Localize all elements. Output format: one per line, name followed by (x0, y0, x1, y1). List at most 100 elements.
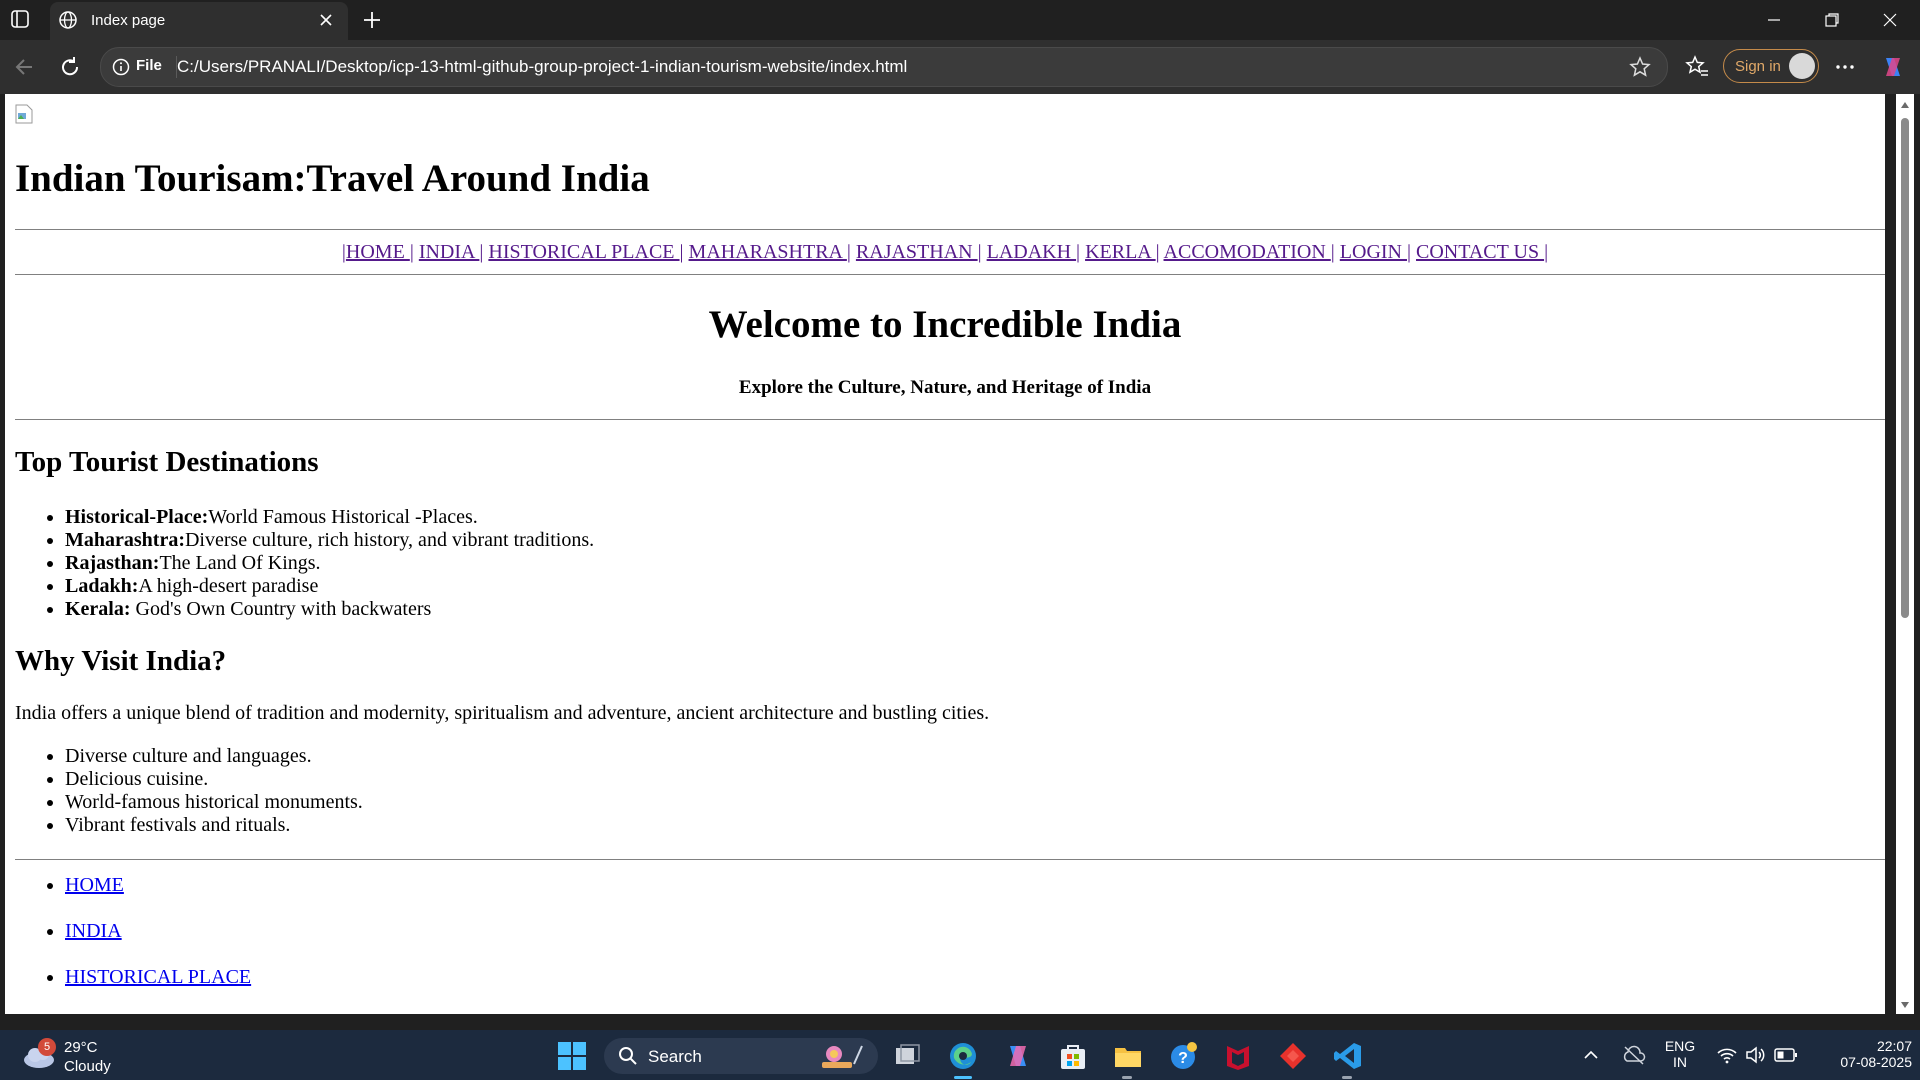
taskbar-search[interactable]: Search (604, 1038, 878, 1074)
destination-name: Kerala: (65, 598, 131, 620)
divider (15, 274, 1885, 275)
vscode-icon[interactable] (1332, 1040, 1364, 1072)
active-app-indicator (954, 1076, 972, 1079)
info-icon[interactable] (112, 58, 130, 76)
url-text[interactable]: C:/Users/PRANALI/Desktop/icp-13-html-git… (177, 57, 907, 77)
task-view-icon[interactable] (892, 1040, 924, 1072)
weather-temperature: 29°C (64, 1039, 98, 1056)
nav-separator: | (977, 241, 987, 263)
weather-widget[interactable]: 5 29°C Cloudy (22, 1038, 132, 1075)
clock[interactable]: 22:07 07-08-2025 (1812, 1038, 1912, 1070)
nav-separator: | (1076, 241, 1086, 263)
copilot-icon[interactable] (1880, 54, 1906, 80)
copilot-app-icon[interactable] (1002, 1040, 1034, 1072)
nav-link-kerla[interactable]: KERLA (1085, 241, 1156, 263)
broken-image-icon (15, 104, 33, 124)
nav-separator: | (1155, 241, 1164, 263)
nav-link-historical-place[interactable]: HISTORICAL PLACE (488, 241, 679, 263)
weather-condition: Cloudy (64, 1058, 111, 1075)
nav-separator: | (1544, 241, 1549, 263)
destination-name: Ladakh: (65, 575, 139, 597)
nav-link-maharashtra[interactable]: MAHARASHTRA (689, 241, 847, 263)
destination-name: Rajasthan: (65, 552, 160, 574)
address-bar[interactable]: File C:/Users/PRANALI/Desktop/icp-13-htm… (100, 47, 1668, 87)
restore-button[interactable] (1804, 0, 1862, 40)
footer-link-home[interactable]: HOME (65, 874, 124, 896)
battery-icon[interactable] (1774, 1046, 1798, 1064)
tab-actions-icon[interactable] (10, 9, 38, 31)
list-item: Maharashtra:Diverse culture, rich histor… (65, 529, 594, 552)
nav-link-contact-us[interactable]: CONTACT US (1416, 241, 1544, 263)
back-icon[interactable] (12, 54, 38, 80)
wifi-icon[interactable] (1716, 1045, 1738, 1065)
scroll-up-icon[interactable] (1900, 100, 1910, 110)
search-highlight-icon (822, 1045, 863, 1068)
language-code: ENG (1664, 1038, 1696, 1054)
nav-link-login[interactable]: LOGIN (1340, 241, 1407, 263)
more-options-icon[interactable] (1832, 54, 1858, 80)
edge-browser-icon[interactable] (947, 1040, 979, 1072)
file-explorer-icon[interactable] (1112, 1040, 1144, 1072)
nav-link-home[interactable]: HOME (346, 241, 410, 263)
destination-name: Maharashtra: (65, 529, 185, 551)
cloud-offline-icon[interactable] (1622, 1044, 1646, 1066)
tab-title: Index page (91, 12, 166, 29)
destination-desc: The Land Of Kings. (159, 552, 321, 574)
divider (15, 859, 1885, 860)
nav-link-accomodation[interactable]: ACCOMODATION (1164, 241, 1331, 263)
get-help-icon[interactable]: ? (1167, 1040, 1199, 1072)
minimize-button[interactable] (1746, 0, 1804, 40)
browser-toolbar: File C:/Users/PRANALI/Desktop/icp-13-htm… (0, 40, 1920, 94)
language-indicator[interactable]: ENG IN (1660, 1038, 1700, 1070)
list-item: HOME (65, 874, 251, 920)
notification-badge: 5 (38, 1038, 56, 1056)
microsoft-store-icon[interactable] (1057, 1040, 1089, 1072)
footer-link-historical-place[interactable]: HISTORICAL PLACE (65, 966, 251, 988)
profile-avatar-icon (1789, 53, 1815, 79)
sign-in-label: Sign in (1735, 58, 1781, 75)
divider (15, 229, 1885, 230)
tab-index-page[interactable]: Index page (50, 2, 348, 40)
nav-link-ladakh[interactable]: LADAKH (987, 241, 1076, 263)
why-visit-list: Diverse culture and languages. Delicious… (15, 745, 363, 837)
globe-icon (59, 11, 77, 29)
nav-link-india[interactable]: INDIA (419, 241, 480, 263)
sign-in-button[interactable]: Sign in (1723, 49, 1819, 83)
footer-navigation: HOME INDIA HISTORICAL PLACE (15, 874, 251, 1012)
welcome-heading: Welcome to Incredible India (708, 303, 1182, 346)
clock-date: 07-08-2025 (1840, 1054, 1912, 1070)
vertical-scrollbar[interactable] (1896, 94, 1914, 1014)
favorites-icon[interactable] (1684, 54, 1710, 80)
list-item: Vibrant festivals and rituals. (65, 814, 363, 837)
scrollbar-thumb[interactable] (1901, 118, 1909, 618)
chevron-up-icon[interactable] (1583, 1047, 1599, 1063)
browser-tab-strip: Index page (0, 0, 1920, 40)
scheme-label: File (136, 57, 162, 74)
list-item: Ladakh:A high-desert paradise (65, 575, 594, 598)
nav-link-rajasthan[interactable]: RAJASTHAN (856, 241, 978, 263)
anydesk-icon[interactable] (1277, 1040, 1309, 1072)
region-code: IN (1673, 1054, 1687, 1070)
nav-separator: | (679, 241, 689, 263)
nav-separator: | (1330, 241, 1340, 263)
favorite-star-icon[interactable] (1629, 56, 1651, 78)
scroll-down-icon[interactable] (1900, 1000, 1910, 1010)
list-item: INDIA (65, 920, 251, 966)
volume-icon[interactable] (1745, 1045, 1767, 1065)
site-title: Indian Tourisam:Travel Around India (15, 157, 650, 200)
mcafee-icon[interactable] (1222, 1040, 1254, 1072)
new-tab-icon[interactable] (360, 8, 384, 32)
tagline: Explore the Culture, Nature, and Heritag… (738, 377, 1152, 398)
open-app-indicator (1342, 1076, 1352, 1079)
why-visit-heading: Why Visit India? (15, 645, 227, 677)
windows-start-icon[interactable] (556, 1040, 588, 1072)
list-item: Diverse culture and languages. (65, 745, 363, 768)
list-item: Delicious cuisine. (65, 768, 363, 791)
nav-separator: | (409, 241, 419, 263)
destinations-heading: Top Tourist Destinations (15, 446, 319, 478)
reload-icon[interactable] (57, 54, 83, 80)
close-tab-icon[interactable] (318, 12, 334, 28)
destination-desc: A high-desert paradise (138, 575, 319, 597)
close-window-button[interactable] (1862, 0, 1920, 40)
footer-link-india[interactable]: INDIA (65, 920, 122, 942)
